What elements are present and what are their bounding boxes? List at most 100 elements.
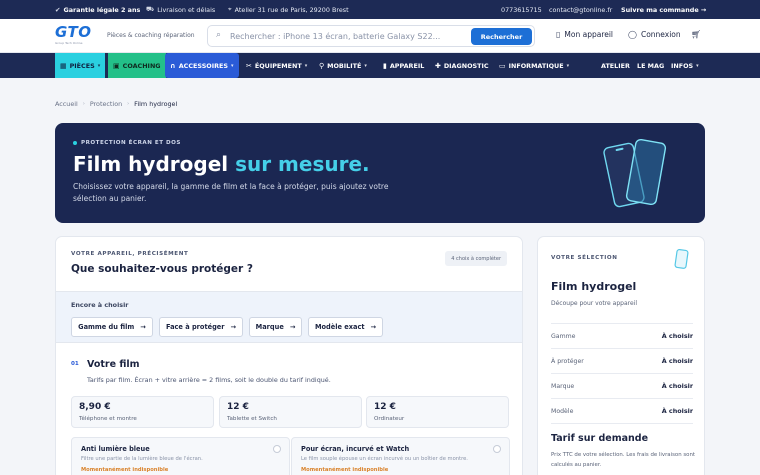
choose-panel: Encore à choisir Gamme du film → Face à p… xyxy=(56,291,522,343)
arrow-right-icon: → xyxy=(370,323,377,331)
config-eyebrow: VOTRE APPAREIL, PRÉCISÉMENT xyxy=(71,251,189,257)
price-title: Tarif sur demande xyxy=(551,433,649,444)
option-status: Momentanément indisponible xyxy=(81,467,169,473)
chevron-down-icon: ▾ xyxy=(364,62,367,69)
search-input[interactable] xyxy=(230,29,450,44)
price-value: 12 € xyxy=(227,402,249,412)
chip-modele[interactable]: Modèle exact → xyxy=(308,317,383,337)
hero-description: Choisissez votre appareil, la gamme de f… xyxy=(73,182,389,203)
shield-check-icon: ✔ xyxy=(55,5,61,14)
login-link[interactable]: ◯ Connexion xyxy=(628,30,681,39)
selection-summary: VOTRE SÉLECTION Film hydrogel Découpe po… xyxy=(537,236,705,475)
choose-label: Encore à choisir xyxy=(71,301,129,309)
chevron-right-icon: › xyxy=(127,101,130,107)
nav-item-coaching[interactable]: ▣ COACHING xyxy=(108,53,166,78)
breadcrumb: Accueil › Protection › Film hydrogel xyxy=(55,100,177,108)
option-description: Filtre une partie de la lumière bleue de… xyxy=(81,456,203,462)
chip-gamme[interactable]: Gamme du film → xyxy=(71,317,153,337)
chevron-right-icon: › xyxy=(82,101,85,107)
site-header: GTO Group Tech Online Pièces & coaching … xyxy=(0,19,760,53)
price-note: Prix TTC de votre sélection. Les frais d… xyxy=(551,452,695,468)
nav-item-diagnostic[interactable]: ✚ DIAGNOSTIC xyxy=(435,53,489,78)
main-nav: ▦ PIÈCES ▾ ▣ COACHING ∩ ACCESSOIRES ▾ ✂ ÉQUIPE… xyxy=(0,53,760,78)
nav-item-informatique[interactable]: ▭ INFORMATIQUE ▾ xyxy=(499,53,569,78)
top-utility-bar: ✔ Garantie légale 2 ans ⛟ Livraison et dél… xyxy=(0,0,760,19)
nav-item-infos[interactable]: INFOS ▾ xyxy=(671,53,699,78)
chip-face[interactable]: Face à protéger → xyxy=(159,317,243,337)
dot-icon xyxy=(73,141,77,145)
email-link[interactable]: contact@gtonline.fr xyxy=(549,0,612,19)
summary-rows: Gamme À choisir À protéger À choisir Marqu… xyxy=(551,323,693,424)
arrow-right-icon: → xyxy=(140,323,146,331)
step-subtitle: Tarifs par film. Écran + vitre arrière =… xyxy=(87,376,331,384)
chevron-down-icon: ▾ xyxy=(566,62,570,69)
radio-button[interactable] xyxy=(493,445,501,453)
diagnostic-icon: ✚ xyxy=(435,61,441,70)
hero-banner: PROTECTION ÉCRAN ET DOS Film hydrogel su… xyxy=(55,123,705,223)
breadcrumb-home[interactable]: Accueil xyxy=(55,100,78,108)
config-card: VOTRE APPAREIL, PRÉCISÉMENT Que souhaite… xyxy=(55,236,523,475)
option-title: Pour écran, incurvé et Watch xyxy=(301,445,410,453)
step-title: Votre film xyxy=(87,359,140,370)
breadcrumb-current: Film hydrogel xyxy=(134,100,178,108)
price-card-tablet: 12 € Tablette et Switch xyxy=(219,396,362,428)
delivery-link[interactable]: ⛟ Livraison et délais xyxy=(146,0,215,19)
price-card-computer: 12 € Ordinateur xyxy=(366,396,509,428)
chevron-down-icon: ▾ xyxy=(304,62,308,69)
guarantee-info: ✔ Garantie légale 2 ans xyxy=(55,5,141,14)
search-icon: ⌕ xyxy=(216,30,222,40)
cart-icon: 🛒︎ xyxy=(691,30,702,39)
step-number: 01 xyxy=(71,361,79,367)
page-title: Film hydrogel sur mesure. xyxy=(73,152,370,176)
nav-item-le-mag[interactable]: LE MAG xyxy=(637,53,664,78)
chevron-down-icon: ▾ xyxy=(231,62,234,69)
coaching-icon: ▣ xyxy=(113,61,120,70)
price-value: 8,90 € xyxy=(79,402,111,412)
price-label: Ordinateur xyxy=(374,416,405,422)
price-value: 12 € xyxy=(374,402,396,412)
option-title: Anti lumière bleue xyxy=(81,445,150,453)
phone-icon: ▯ xyxy=(556,30,561,39)
logo[interactable]: GTO Group Tech Online xyxy=(55,25,101,47)
breadcrumb-protection[interactable]: Protection xyxy=(90,100,122,108)
film-option-blue-light[interactable]: Anti lumière bleue Filtre une partie de … xyxy=(71,437,290,475)
nav-item-atelier[interactable]: ATELIER xyxy=(601,53,630,78)
search-button[interactable]: Rechercher xyxy=(471,28,532,45)
film-option-curved[interactable]: Pour écran, incurvé et Watch Le film sou… xyxy=(291,437,510,475)
pin-icon: ⌖ xyxy=(228,5,232,13)
user-icon: ◯ xyxy=(628,30,637,39)
truck-icon: ⛟ xyxy=(146,5,155,13)
device-icon: ▮ xyxy=(383,61,387,70)
nav-item-appareil[interactable]: ▮ APPAREIL xyxy=(383,53,424,78)
my-device-link[interactable]: ▯ Mon appareil xyxy=(556,30,613,39)
cart-button[interactable]: 🛒︎ xyxy=(691,30,701,39)
nav-item-pieces[interactable]: ▦ PIÈCES ▾ xyxy=(55,53,106,78)
price-label: Téléphone et montre xyxy=(79,416,137,422)
track-order-link[interactable]: Suivre ma commande → xyxy=(621,0,706,19)
summary-row: À protéger À choisir xyxy=(551,349,693,374)
search-bar: ⌕ Rechercher xyxy=(207,25,535,47)
phone-film-icon xyxy=(674,248,689,269)
price-card-phone: 8,90 € Téléphone et montre xyxy=(71,396,214,428)
phones-illustration-icon xyxy=(603,138,667,208)
hero-eyebrow: PROTECTION ÉCRAN ET DOS xyxy=(73,140,181,146)
laptop-icon: ▭ xyxy=(499,61,506,70)
parts-icon: ▦ xyxy=(60,61,67,70)
arrow-right-icon: → xyxy=(230,323,237,331)
radio-button[interactable] xyxy=(273,445,281,453)
summary-row: Modèle À choisir xyxy=(551,399,693,424)
config-title: Que souhaitez-vous protéger ? xyxy=(71,263,253,275)
address-link[interactable]: ⌖ Atelier 31 rue de Paris, 29200 Brest xyxy=(228,0,349,19)
nav-item-equipement[interactable]: ✂ ÉQUIPEMENT ▾ xyxy=(246,53,307,78)
phone-link[interactable]: 0773615715 xyxy=(501,0,542,19)
nav-item-mobilite[interactable]: ⚲ MOBILITÉ ▾ xyxy=(319,53,367,78)
summary-eyebrow: VOTRE SÉLECTION xyxy=(551,255,618,261)
summary-title: Film hydrogel xyxy=(551,280,637,293)
chevron-down-icon: ▾ xyxy=(97,62,101,69)
nav-item-accessoires[interactable]: ∩ ACCESSOIRES ▾ xyxy=(165,53,239,78)
summary-subtitle: Découpe pour votre appareil xyxy=(551,300,637,307)
price-label: Tablette et Switch xyxy=(227,416,277,422)
tools-icon: ✂ xyxy=(246,61,252,70)
chip-marque[interactable]: Marque → xyxy=(249,317,302,337)
arrow-right-icon: → xyxy=(289,323,296,331)
